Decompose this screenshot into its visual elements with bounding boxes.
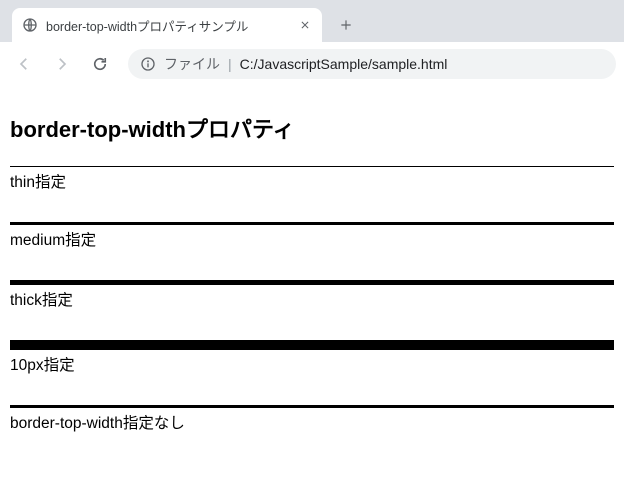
browser-tab-active[interactable]: border-top-widthプロパティサンプル — [12, 8, 322, 42]
info-icon — [140, 56, 156, 72]
new-tab-button[interactable] — [332, 11, 360, 39]
address-bar[interactable]: ファイル | C:/JavascriptSample/sample.html — [128, 49, 616, 79]
browser-toolbar: ファイル | C:/JavascriptSample/sample.html — [0, 42, 624, 86]
globe-icon — [22, 17, 38, 33]
sample-thin: thin指定 — [10, 166, 614, 192]
sample-10px: 10px指定 — [10, 340, 614, 375]
tab-strip: border-top-widthプロパティサンプル — [0, 0, 624, 42]
address-path: C:/JavascriptSample/sample.html — [240, 56, 448, 72]
forward-button[interactable] — [46, 48, 78, 80]
close-icon[interactable] — [298, 18, 312, 32]
sample-thick: thick指定 — [10, 280, 614, 310]
sample-default: border-top-width指定なし — [10, 405, 614, 433]
back-button[interactable] — [8, 48, 40, 80]
browser-chrome: border-top-widthプロパティサンプル — [0, 0, 624, 86]
page-content: border-top-widthプロパティ thin指定 medium指定 th… — [0, 86, 624, 471]
address-prefix: ファイル — [164, 54, 220, 74]
address-separator: | — [228, 56, 232, 72]
page-title: border-top-widthプロパティ — [10, 112, 614, 144]
tab-title: border-top-widthプロパティサンプル — [46, 16, 290, 35]
reload-button[interactable] — [84, 48, 116, 80]
sample-medium: medium指定 — [10, 222, 614, 250]
